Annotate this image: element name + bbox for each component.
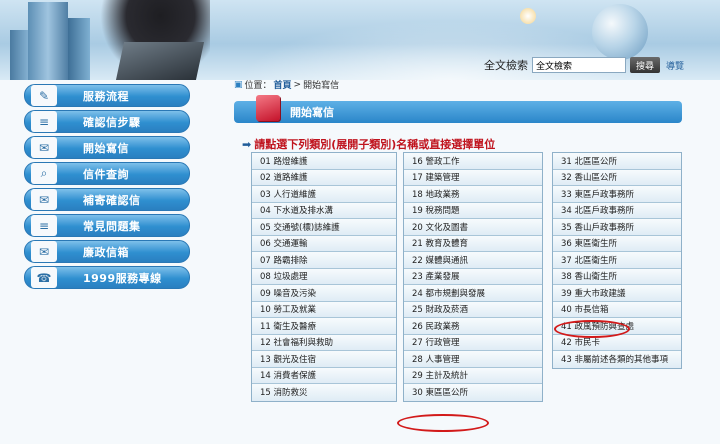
- category-item[interactable]: 13 觀光及住宿: [252, 351, 396, 368]
- sidebar-item-label: 廉政信箱: [83, 245, 129, 259]
- category-item[interactable]: 21 教育及體育: [404, 235, 542, 252]
- category-item[interactable]: 37 北區衛生所: [553, 252, 681, 269]
- category-item[interactable]: 39 重大市政建議: [553, 285, 681, 302]
- sidebar-item-label: 服務流程: [83, 89, 129, 103]
- page-title: 開始寫信: [290, 106, 334, 119]
- category-column-1: 01 路燈維護 02 道路維護 03 人行道維護 04 下水道及排水溝 05 交通號(標…: [251, 152, 397, 402]
- document-icon: ≡: [31, 215, 57, 236]
- category-item[interactable]: 31 北區區公所: [553, 153, 681, 170]
- category-item[interactable]: 40 市長信箱: [553, 301, 681, 318]
- phone-icon: ☎: [31, 267, 57, 288]
- category-item[interactable]: 09 噪音及污染: [252, 285, 396, 302]
- category-item[interactable]: 29 主計及統計: [404, 367, 542, 384]
- category-item[interactable]: 03 人行道維護: [252, 186, 396, 203]
- breadcrumb-current: 開始寫信: [303, 81, 340, 91]
- sidebar-item-label: 補寄確認信: [83, 193, 141, 207]
- category-item[interactable]: 07 路霸排除: [252, 252, 396, 269]
- envelope-icon: ✉: [31, 241, 57, 262]
- category-item[interactable]: 30 東區區公所: [404, 384, 542, 401]
- sidebar-item-label: 常見問題集: [83, 219, 141, 233]
- document-icon: ≡: [31, 111, 57, 132]
- category-item[interactable]: 16 警政工作: [404, 153, 542, 170]
- sidebar-item-label: 信件查詢: [83, 167, 129, 181]
- building-image: [10, 30, 30, 80]
- mailbox-icon: ✉: [31, 189, 57, 210]
- arrow-right-icon: ➡: [242, 137, 252, 151]
- category-item[interactable]: 14 消費者保護: [252, 367, 396, 384]
- category-item[interactable]: 10 勞工及就業: [252, 301, 396, 318]
- sidebar-menu: ✎ 服務流程 ≡ 確認信步驟 ✉ 開始寫信 ⌕ 信件查詢 ✉ 補寄確認信 ≡ 常見問題集 ✉ 廉政信箱 ☎ 1…: [24, 84, 190, 292]
- folder-icon: [256, 95, 280, 121]
- category-item[interactable]: 33 東區戶政事務所: [553, 186, 681, 203]
- pencil-icon: ✎: [31, 85, 57, 106]
- highlight-circle: [397, 414, 489, 432]
- sidebar-item[interactable]: ⌕ 信件查詢: [24, 162, 190, 185]
- category-item[interactable]: 35 香山戶政事務所: [553, 219, 681, 236]
- sidebar-item[interactable]: ✎ 服務流程: [24, 84, 190, 107]
- category-item[interactable]: 38 香山衛生所: [553, 268, 681, 285]
- instruction: ➡ 請點選下列類別(展開子類別)名稱或直接選擇單位: [242, 136, 495, 152]
- category-item[interactable]: 17 建築管理: [404, 169, 542, 186]
- category-item[interactable]: 25 財政及菸酒: [404, 301, 542, 318]
- search-bar: 全文檢索 搜尋 導覽: [484, 57, 684, 73]
- search-button[interactable]: 搜尋: [630, 57, 660, 73]
- sidebar-item-label: 開始寫信: [83, 141, 129, 155]
- category-item[interactable]: 20 文化及圖書: [404, 219, 542, 236]
- instruction-text: 請點選下列類別(展開子類別)名稱或直接選擇單位: [254, 138, 496, 151]
- sidebar-item[interactable]: ✉ 廉政信箱: [24, 240, 190, 263]
- sidebar-item[interactable]: ≡ 常見問題集: [24, 214, 190, 237]
- category-item[interactable]: 34 北區戶政事務所: [553, 202, 681, 219]
- category-item[interactable]: 19 稅務問題: [404, 202, 542, 219]
- category-item[interactable]: 28 人事管理: [404, 351, 542, 368]
- category-item[interactable]: 08 垃圾處理: [252, 268, 396, 285]
- sidebar-item[interactable]: ✉ 補寄確認信: [24, 188, 190, 211]
- category-item[interactable]: 43 非屬前述各類的其他事項: [553, 351, 681, 368]
- category-item[interactable]: 11 衛生及醫療: [252, 318, 396, 335]
- category-item[interactable]: 36 東區衛生所: [553, 235, 681, 252]
- category-item[interactable]: 42 市民卡: [553, 334, 681, 351]
- globe-image: [592, 4, 648, 60]
- category-item[interactable]: 01 路燈維護: [252, 153, 396, 170]
- category-item[interactable]: 27 行政管理: [404, 334, 542, 351]
- category-item[interactable]: 15 消防救災: [252, 384, 396, 401]
- envelope-icon: ✉: [31, 137, 57, 158]
- location-icon: ▣: [234, 79, 243, 90]
- category-item[interactable]: 12 社會福利與救助: [252, 334, 396, 351]
- breadcrumb-home-link[interactable]: 首頁: [274, 78, 292, 91]
- sidebar-item[interactable]: ≡ 確認信步驟: [24, 110, 190, 133]
- search-label: 全文檢索: [484, 59, 528, 72]
- sidebar-item-label: 1999服務專線: [83, 271, 162, 285]
- sidebar-item[interactable]: ☎ 1999服務專線: [24, 266, 190, 289]
- category-item[interactable]: 18 地政業務: [404, 186, 542, 203]
- category-item[interactable]: 23 產業發展: [404, 268, 542, 285]
- search-input[interactable]: [532, 57, 626, 73]
- breadcrumb-separator: >: [293, 79, 302, 90]
- category-item[interactable]: 22 媒體與通訊: [404, 252, 542, 269]
- banner-decoration: [520, 8, 536, 24]
- building-image: [68, 18, 90, 80]
- category-item[interactable]: 24 都市規劃與發展: [404, 285, 542, 302]
- category-item[interactable]: 02 道路維護: [252, 169, 396, 186]
- category-column-2: 16 警政工作 17 建築管理 18 地政業務 19 稅務問題 20 文化及圖書 21 教…: [403, 152, 543, 402]
- sidebar-item[interactable]: ✉ 開始寫信: [24, 136, 190, 159]
- building-image: [28, 2, 68, 80]
- section-title-bar: 開始寫信: [234, 95, 682, 123]
- sitemap-link[interactable]: 導覽: [666, 59, 684, 72]
- category-item[interactable]: 32 香山區公所: [553, 169, 681, 186]
- category-item[interactable]: 04 下水道及排水溝: [252, 202, 396, 219]
- category-item[interactable]: 06 交通運輸: [252, 235, 396, 252]
- sidebar-item-label: 確認信步驟: [83, 115, 141, 129]
- laptop-image: [115, 42, 205, 80]
- category-item[interactable]: 05 交通號(標)誌維護: [252, 219, 396, 236]
- breadcrumb-prefix: 位置：: [244, 81, 272, 91]
- highlight-circle: [554, 320, 630, 338]
- magnifier-icon: ⌕: [31, 163, 57, 184]
- breadcrumb: ▣ 位置： 首頁 > 開始寫信: [234, 78, 340, 92]
- category-item[interactable]: 26 民政業務: [404, 318, 542, 335]
